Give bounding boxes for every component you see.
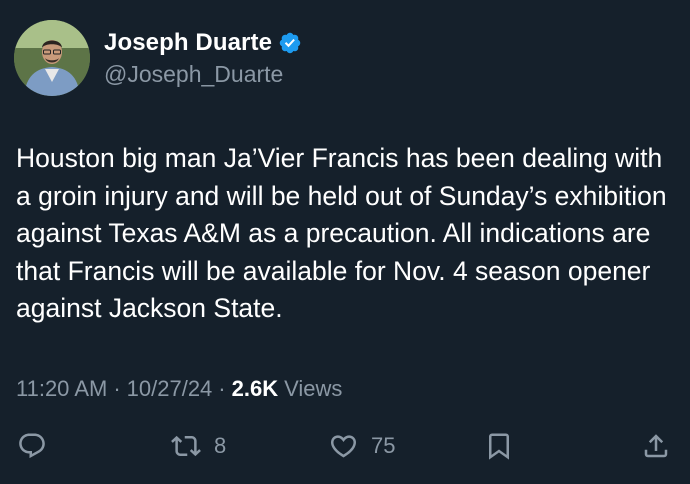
like-button[interactable]: 75 bbox=[328, 426, 395, 466]
retweet-button[interactable]: 8 bbox=[170, 426, 226, 466]
retweet-icon bbox=[171, 435, 201, 457]
tweet-text: Houston big man Ja’Vier Francis has been… bbox=[16, 143, 667, 323]
avatar[interactable] bbox=[14, 20, 90, 96]
bookmark-button[interactable] bbox=[484, 426, 514, 466]
views-count[interactable]: 2.6K bbox=[232, 376, 278, 402]
like-count: 75 bbox=[371, 433, 396, 458]
avatar-image bbox=[14, 20, 90, 96]
bookmark-icon bbox=[489, 433, 509, 460]
display-name[interactable]: Joseph Duarte bbox=[104, 29, 272, 57]
action-bar: 8 75 bbox=[0, 426, 690, 466]
tweet-time[interactable]: 11:20 AM bbox=[16, 376, 107, 402]
heart-icon bbox=[330, 435, 357, 458]
tweet-date[interactable]: 10/27/24 bbox=[127, 376, 213, 402]
meta-separator: · bbox=[113, 376, 121, 401]
reply-button[interactable] bbox=[17, 426, 47, 466]
views-label[interactable]: Views bbox=[284, 376, 342, 402]
meta-separator: · bbox=[218, 376, 226, 401]
share-button[interactable] bbox=[641, 426, 671, 466]
retweet-count: 8 bbox=[214, 433, 227, 458]
reply-icon bbox=[19, 433, 45, 459]
handle[interactable]: @Joseph_Duarte bbox=[104, 61, 302, 88]
tweet-meta: 11:20 AM · 10/27/24 · 2.6K Views bbox=[16, 376, 342, 402]
share-icon bbox=[644, 434, 668, 458]
author-names: Joseph Duarte @Joseph_Duarte bbox=[104, 29, 302, 88]
name-row: Joseph Duarte bbox=[104, 29, 302, 57]
tweet-header: Joseph Duarte @Joseph_Duarte bbox=[14, 18, 302, 98]
verified-badge-icon[interactable] bbox=[278, 31, 302, 55]
